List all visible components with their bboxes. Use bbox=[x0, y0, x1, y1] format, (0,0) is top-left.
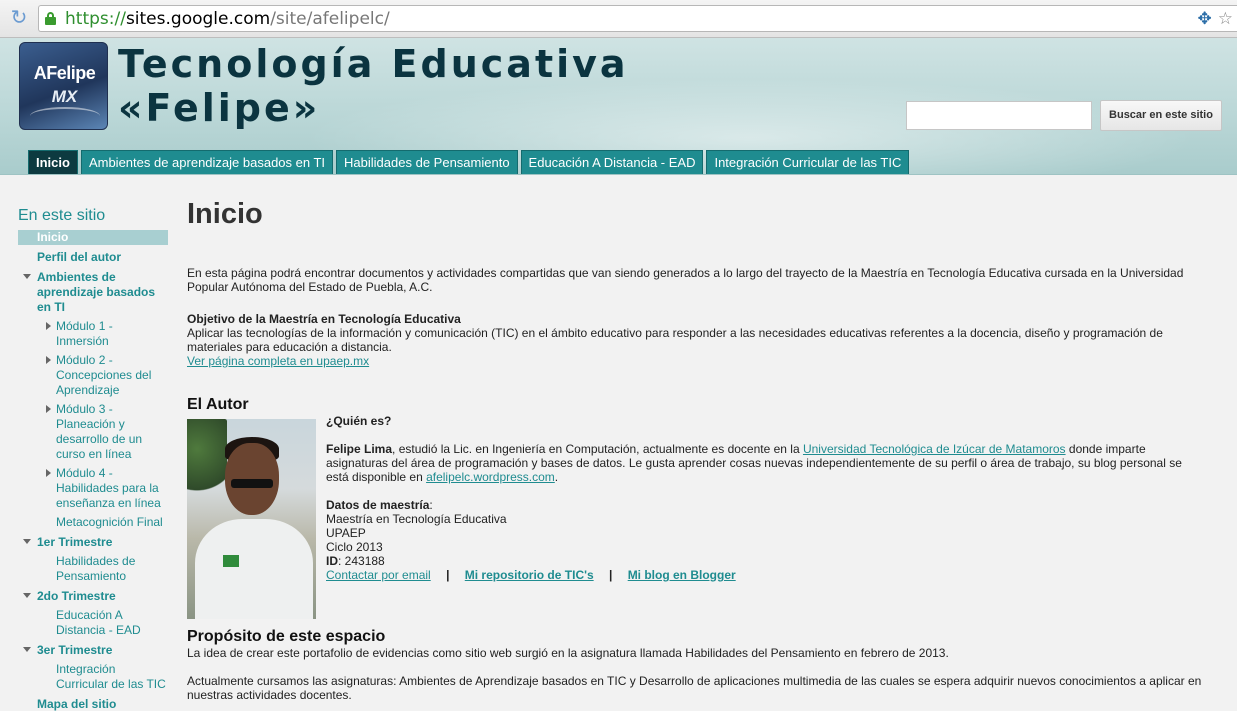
collapse-arrow-icon[interactable] bbox=[46, 405, 51, 413]
author-bio: ¿Quién es? Felipe Lima, estudió la Lic. … bbox=[326, 414, 1206, 582]
author-links: Contactar por email | Mi repositorio de … bbox=[326, 568, 1206, 582]
sidebar-item-trim2[interactable]: 2do Trimestre bbox=[18, 589, 168, 604]
university-link[interactable]: Universidad Tecnológica de Izúcar de Mat… bbox=[803, 442, 1066, 456]
separator: | bbox=[446, 568, 450, 582]
repository-link[interactable]: Mi repositorio de TIC's bbox=[465, 568, 594, 582]
search-button[interactable]: Buscar en este sitio bbox=[1100, 100, 1222, 131]
author-photo bbox=[187, 419, 316, 619]
wordpress-link[interactable]: afelipelc.wordpress.com bbox=[426, 470, 555, 484]
site-logo[interactable]: AFelipe MX bbox=[19, 42, 108, 130]
sidebar: En este sitio Inicio Perfil del autor Am… bbox=[18, 206, 168, 711]
sidebar-item-mapa[interactable]: Mapa del sitio bbox=[18, 697, 168, 711]
reload-icon[interactable]: ↻ bbox=[8, 7, 30, 29]
bookmark-star-icon[interactable]: ☆ bbox=[1218, 9, 1233, 28]
tab-habilidades[interactable]: Habilidades de Pensamiento bbox=[336, 150, 518, 174]
datos-heading: Datos de maestría: bbox=[326, 498, 433, 512]
sidebar-item-habilidades[interactable]: Habilidades de Pensamiento bbox=[18, 554, 168, 584]
purpose-text-1: La idea de crear este portafolio de evid… bbox=[187, 646, 949, 660]
sidebar-item-integracion[interactable]: Integración Curricular de las TIC bbox=[18, 662, 168, 692]
expand-arrow-icon[interactable] bbox=[23, 593, 31, 598]
url-text: https://sites.google.com/site/afelipelc/ bbox=[65, 9, 390, 29]
sidebar-item-metacognicion[interactable]: Metacognición Final bbox=[18, 515, 168, 530]
main-content: Inicio En esta página podrá encontrar do… bbox=[187, 196, 1227, 702]
datos-line: Maestría en Tecnología Educativa bbox=[326, 512, 507, 526]
sidebar-title: En este sitio bbox=[18, 207, 106, 224]
id-line: ID: 243188 bbox=[326, 554, 385, 568]
who-heading: ¿Quién es? bbox=[326, 414, 392, 428]
tab-ambientes[interactable]: Ambientes de aprendizaje basados en TI bbox=[80, 150, 334, 174]
site-title[interactable]: Tecnología Educativa «Felipe» bbox=[118, 42, 629, 130]
sidebar-item-modulo4[interactable]: Módulo 4 - Habilidades para la enseñanza… bbox=[18, 466, 168, 511]
browser-toolbar: ↻ https://sites.google.com/site/afelipel… bbox=[0, 0, 1237, 38]
tab-ead[interactable]: Educación A Distancia - EAD bbox=[520, 150, 704, 174]
collapse-arrow-icon[interactable] bbox=[46, 469, 51, 477]
collapse-arrow-icon[interactable] bbox=[46, 356, 51, 364]
page-title: Inicio bbox=[187, 198, 263, 230]
expand-arrow-icon[interactable] bbox=[23, 274, 31, 279]
tab-integracion[interactable]: Integración Curricular de las TIC bbox=[706, 150, 910, 174]
expand-arrow-icon[interactable] bbox=[23, 539, 31, 544]
search-input[interactable] bbox=[906, 101, 1092, 130]
sidebar-item-ambientes[interactable]: Ambientes de aprendizaje basados en TI bbox=[18, 270, 168, 315]
separator: | bbox=[608, 568, 613, 582]
collapse-arrow-icon[interactable] bbox=[46, 322, 51, 330]
objective-text: Aplicar las tecnologías de la informació… bbox=[187, 326, 1163, 354]
tab-inicio[interactable]: Inicio bbox=[28, 150, 78, 174]
site-header: AFelipe MX Tecnología Educativa «Felipe»… bbox=[0, 38, 1237, 175]
datos-line: UPAEP bbox=[326, 526, 366, 540]
sidebar-item-perfil[interactable]: Perfil del autor bbox=[18, 250, 168, 265]
sidebar-item-trim3[interactable]: 3er Trimestre bbox=[18, 643, 168, 658]
objective-block: Objetivo de la Maestría en Tecnología Ed… bbox=[187, 312, 1197, 368]
sidebar-item-modulo1[interactable]: Módulo 1 - Inmersión bbox=[18, 319, 168, 349]
lock-icon bbox=[45, 12, 56, 25]
top-navigation: Inicio Ambientes de aprendizaje basados … bbox=[28, 150, 912, 174]
address-bar[interactable]: https://sites.google.com/site/afelipelc/… bbox=[38, 5, 1237, 32]
extension-icon[interactable]: ✥ bbox=[1198, 9, 1212, 28]
datos-line: Ciclo 2013 bbox=[326, 540, 383, 554]
blogger-link[interactable]: Mi blog en Blogger bbox=[628, 568, 736, 582]
expand-arrow-icon[interactable] bbox=[23, 647, 31, 652]
sidebar-item-trim1[interactable]: 1er Trimestre bbox=[18, 535, 168, 550]
sidebar-item-ead[interactable]: Educación A Distancia - EAD bbox=[18, 608, 168, 638]
contact-email-link[interactable]: Contactar por email bbox=[326, 568, 431, 582]
sidebar-item-modulo2[interactable]: Módulo 2 - Concepciones del Aprendizaje bbox=[18, 353, 168, 398]
objective-heading: Objetivo de la Maestría en Tecnología Ed… bbox=[187, 312, 461, 326]
upaep-link[interactable]: Ver página completa en upaep.mx bbox=[187, 354, 369, 368]
sidebar-item-inicio[interactable]: Inicio bbox=[18, 230, 168, 245]
sidebar-item-modulo3[interactable]: Módulo 3 - Planeación y desarrollo de un… bbox=[18, 402, 168, 462]
intro-text: En esta página podrá encontrar documento… bbox=[187, 266, 1184, 294]
purpose-text-2: Actualmente cursamos las asignaturas: Am… bbox=[187, 674, 1202, 702]
purpose-heading: Propósito de este espacio bbox=[187, 628, 386, 645]
author-heading: El Autor bbox=[187, 396, 249, 413]
bio-text: Felipe Lima, estudió la Lic. en Ingenier… bbox=[326, 442, 1182, 484]
